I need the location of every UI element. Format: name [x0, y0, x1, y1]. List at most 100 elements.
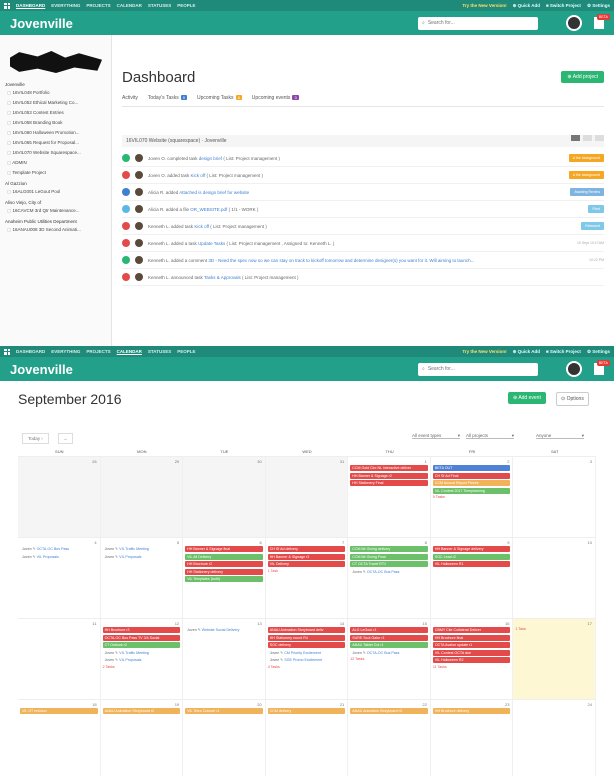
calendar-day-cell[interactable]: 15 ALG LeGout r1 SURE Scot Gator r1 ANAU Ta…	[348, 619, 431, 699]
calendar-event[interactable]: VIL Halloween R1	[432, 561, 511, 567]
calendar-event[interactable]: OCTA Avalon update r1	[432, 642, 511, 648]
switch-project-button[interactable]: ■ Switch Project	[546, 3, 581, 8]
search-box[interactable]: ⌕	[418, 362, 538, 376]
calendar-day-cell[interactable]: 5 Joven ✎ VIL Traffic Meeting Joven ✎ VIL …	[100, 538, 184, 618]
search-input[interactable]	[427, 20, 528, 26]
calendar-day-cell[interactable]: 22 ANAU Animation Storyboard r3	[348, 700, 431, 776]
nav-statuses[interactable]: STATUSES	[148, 349, 171, 354]
calendar-event[interactable]: HH Stationery round R4	[267, 634, 346, 641]
calendar-event[interactable]: CT OCTA Travel RT1	[350, 561, 428, 567]
calendar-event[interactable]: Joven ✎ VIL Traffic Meeting	[103, 650, 181, 656]
status-icon[interactable]	[122, 222, 130, 230]
calendar-day-cell[interactable]: 31	[265, 457, 349, 537]
calendar-event[interactable]: ANAU Animation Storyboard deliv	[267, 627, 346, 633]
calendar-event[interactable]: HH Stationery Final	[350, 480, 428, 486]
activity-link[interactable]: 3D - Need the spec now so we can stay on…	[208, 258, 474, 263]
nav-dashboard[interactable]: DASHBOARD	[16, 3, 45, 8]
nav-dashboard[interactable]: DASHBOARD	[16, 349, 45, 354]
assignee-filter[interactable]: Anyone	[536, 433, 584, 439]
calendar-event[interactable]: CH Sf Ad Final	[432, 472, 511, 479]
list-view-icon[interactable]	[571, 135, 580, 141]
notification-icon[interactable]: BETA	[594, 14, 610, 29]
sidebar-project-item[interactable]: Template Project	[4, 168, 107, 178]
today-button[interactable]: Today ›	[22, 433, 49, 444]
task-count[interactable]: 1 Task	[515, 627, 593, 631]
add-project-button[interactable]: ⊕ Add project	[561, 71, 604, 83]
nav-projects[interactable]: PROJECTS	[86, 349, 110, 354]
calendar-day-cell[interactable]: 6 HH Banner & Signage final VIL All Delive…	[183, 538, 266, 618]
calendar-event[interactable]: HH Banner & Signage delivery	[432, 546, 511, 552]
activity-link[interactable]: design brief	[199, 156, 222, 161]
sidebar-project-item[interactable]: ADMIN	[4, 158, 107, 168]
activity-link[interactable]: Update Tasks	[198, 241, 225, 246]
switch-project-button[interactable]: ■ Switch Project	[546, 349, 581, 354]
calendar-day-cell[interactable]: 29	[100, 457, 184, 537]
app-logo[interactable]: Jovenville	[10, 16, 73, 31]
view-toggle[interactable]	[571, 135, 604, 141]
calendar-day-cell[interactable]: 2 BETA OUT CH Sf Ad Final CCM Annual Report…	[430, 457, 514, 537]
tab-activity[interactable]: Activity	[122, 95, 138, 101]
event-type-filter[interactable]: All event types	[412, 433, 460, 439]
calendar-event[interactable]: HH Brochure final	[432, 634, 511, 641]
project-filter[interactable]: All projects	[466, 433, 514, 439]
calendar-event[interactable]: Joven ✎ OCTA-OC Bus Pass	[20, 546, 98, 552]
sidebar-project-item[interactable]: 16VIL052 Ethical Marketing Co...	[4, 98, 107, 108]
calendar-event[interactable]: HH Banner & Signage r3	[267, 553, 346, 560]
gear-icon[interactable]	[595, 135, 604, 141]
calendar-event[interactable]: Joven ✎ VIL Proposals	[103, 554, 181, 560]
calendar-event[interactable]: Joven ✎ OCTA-OC Bus Pass	[350, 650, 428, 656]
status-icon[interactable]	[122, 239, 130, 247]
calendar-day-cell[interactable]: 20 VIL Telco Cutover r1	[183, 700, 266, 776]
apps-grid-icon[interactable]	[4, 348, 10, 355]
search-box[interactable]: ⌕	[418, 16, 538, 30]
activity-link[interactable]: Kick off	[191, 173, 206, 178]
calendar-event[interactable]: Joven ✎ VIL Traffic Meeting	[103, 546, 181, 552]
calendar-event[interactable]: ANAU Animation Storyboard r2	[102, 708, 181, 714]
quick-add-button[interactable]: ⊕ Quick Add	[513, 3, 540, 9]
nav-calendar[interactable]: CALENDAR	[117, 349, 142, 354]
calendar-event[interactable]: BETA OUT	[432, 465, 511, 471]
calendar-event[interactable]: CCM Gold Circ NL Interactive deliver	[350, 465, 428, 471]
task-count[interactable]: 12 Tasks	[350, 657, 428, 661]
calendar-day-cell[interactable]: 8 CCM Mr Giving delivery CCM Mr Giving Fin…	[348, 538, 431, 618]
task-count[interactable]: 11 Tasks	[433, 665, 511, 669]
activity-link[interactable]: Attached is design brief for website	[179, 190, 249, 195]
status-icon[interactable]	[122, 205, 130, 213]
calendar-event[interactable]: VIL Telco Cutover r1	[185, 708, 263, 714]
task-count[interactable]: 5 Tasks	[433, 495, 511, 499]
task-count[interactable]: 2 Tasks	[103, 665, 181, 669]
options-button[interactable]: ⊙ Options	[556, 392, 589, 406]
sidebar-project-item[interactable]: 16VIL053 Contest Entries	[4, 108, 107, 118]
calendar-event[interactable]: Joven ✎ VIL Proposals	[103, 657, 181, 663]
calendar-event[interactable]: ALG LeGout r1	[350, 627, 428, 633]
calendar-day-cell[interactable]: 3	[513, 457, 596, 537]
nav-people[interactable]: PEOPLE	[177, 349, 195, 354]
calendar-event[interactable]: VIL Contest OCTA due	[432, 649, 511, 656]
calendar-event[interactable]: VIL Delivery	[267, 561, 346, 567]
notification-icon[interactable]: BETA	[594, 360, 610, 375]
calendar-day-cell[interactable]: 1 CCM Gold Circ NL Interactive deliver HH …	[348, 457, 431, 537]
tab-upcoming-events[interactable]: Upcoming events 3	[252, 95, 299, 101]
activity-link[interactable]: Tasks & Approvals	[204, 275, 241, 280]
filter-icon[interactable]	[583, 135, 592, 141]
calendar-event[interactable]: CT Outlook r2	[102, 642, 181, 648]
calendar-event[interactable]: VIL OT revision	[20, 708, 98, 714]
apps-grid-icon[interactable]	[4, 2, 10, 9]
sidebar-project-item[interactable]: 16CAVCM 3rd Qtr Maintenance...	[4, 206, 107, 216]
avatar[interactable]	[566, 15, 582, 31]
sidebar-project-item[interactable]: 16VIL048 Portfolio	[4, 88, 107, 98]
status-icon[interactable]	[122, 171, 130, 179]
try-new-version-link[interactable]: Try the New Version!	[462, 3, 506, 8]
calendar-event[interactable]: ANAU Animation Storyboard r3	[350, 708, 428, 714]
calendar-event[interactable]: CH Sf Ad delivery	[267, 546, 346, 552]
tab-upcoming-tasks[interactable]: Upcoming Tasks 8	[197, 95, 242, 101]
settings-button[interactable]: ⚙ Settings	[587, 349, 610, 355]
calendar-event[interactable]: SOC Lead r2	[432, 553, 511, 560]
calendar-day-cell[interactable]: 18 VIL OT revision	[18, 700, 101, 776]
calendar-event[interactable]: VIL Contest 2017 Timeplanning	[432, 487, 511, 494]
calendar-day-cell[interactable]: 28	[18, 457, 101, 537]
calendar-event[interactable]: CBMY Cite Collateral Deliver	[432, 627, 511, 633]
calendar-event[interactable]: HH Brochure delivery	[432, 708, 511, 714]
calendar-day-cell[interactable]: 16 CBMY Cite Collateral Deliver HH Brochur…	[430, 619, 514, 699]
calendar-event[interactable]: HH Banner & Signage r2	[350, 472, 428, 479]
